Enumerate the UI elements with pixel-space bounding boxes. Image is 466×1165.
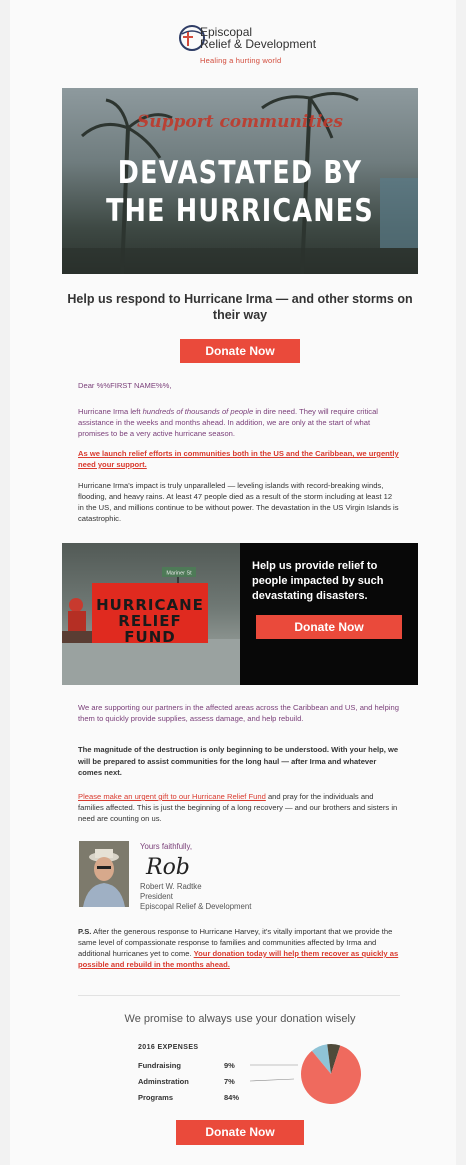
fund-line1: HURRICANE: [96, 596, 204, 614]
handwritten-signature: Rob: [146, 855, 190, 880]
street-sign-text: Mariner St: [166, 571, 192, 577]
signer-org: Episcopal Relief & Development: [140, 902, 252, 911]
expense-pct-programs: 84%: [224, 1093, 240, 1102]
promise-heading: We promise to always use your donation w…: [124, 1013, 356, 1025]
donate-now-button-banner[interactable]: Donate Now: [256, 615, 402, 639]
urgent-support-link[interactable]: As we launch relief efforts in communiti…: [78, 449, 399, 469]
fund-line2: RELIEF FUND: [118, 612, 182, 646]
ps-label: P.S.: [78, 927, 92, 936]
expense-label-programs: Programs: [138, 1093, 174, 1102]
hero-title-line2: THE HURRICANES: [106, 193, 374, 229]
hero-tagline: Support communities: [136, 112, 344, 132]
pie-leader-lines: [250, 1064, 298, 1082]
paragraph-urgent: As we launch relief efforts in communiti…: [78, 448, 400, 470]
hero-banner: Support communities DEVASTATED BY THE HU…: [62, 88, 418, 274]
org-name-line2: Relief & Development: [200, 37, 317, 51]
relief-fund-box: HURRICANE RELIEF FUND: [92, 583, 208, 645]
portrait-illustration: [79, 841, 129, 907]
paragraph-urgent-gift: Please make an urgent gift to our Hurric…: [78, 791, 400, 824]
org-tagline: Healing a hurting world: [200, 56, 282, 65]
relief-message: Help us provide relief to people impacte…: [252, 560, 384, 602]
donate-now-button-bottom[interactable]: Donate Now: [176, 1120, 304, 1145]
leader-line-administration: [250, 1078, 295, 1082]
postscript: P.S. After the generous response to Hurr…: [78, 926, 400, 970]
org-logo[interactable]: Episcopal Relief & Development Healing a…: [10, 18, 456, 78]
expense-label-fundraising: Fundraising: [138, 1061, 181, 1070]
paragraph-irma-needs: Hurricane Irma left hundreds of thousand…: [78, 406, 400, 439]
chart-title: 2016 EXPENSES: [138, 1044, 199, 1051]
expense-pct-fundraising: 9%: [224, 1061, 235, 1070]
relief-fund-link[interactable]: Please make an urgent gift to our Hurric…: [78, 792, 266, 801]
hero-title-line1: DEVASTATED BY: [117, 155, 363, 191]
signer-title: President: [140, 892, 173, 901]
president-photo: [79, 841, 129, 907]
signer-name: Robert W. Radtke: [140, 882, 202, 891]
relief-fund-banner: Mariner St HURRICANE RELIEF FUND Help us…: [62, 543, 418, 685]
paragraph-magnitude: The magnitude of the destruction is only…: [78, 745, 399, 777]
paragraph-partners: We are supporting our partners in the af…: [78, 703, 399, 723]
relief-fund-title: HURRICANE RELIEF FUND: [92, 597, 208, 645]
email-container: Episcopal Relief & Development Healing a…: [10, 0, 456, 1165]
greeting: Dear %%FIRST NAME%%,: [78, 381, 172, 390]
p1-start: Hurricane Irma left: [78, 407, 143, 416]
paragraph-impact: Hurricane Irma's impact is truly unparal…: [78, 481, 399, 523]
org-name: Episcopal Relief & Development: [200, 26, 316, 50]
signature-block: Yours faithfully, Rob Robert W. Radtke P…: [140, 842, 340, 912]
section-divider: [78, 995, 400, 996]
hero-title: DEVASTATED BY THE HURRICANES: [94, 154, 386, 230]
flood-photo: Mariner St HURRICANE RELIEF FUND: [62, 543, 240, 685]
p1-italic: hundreds of thousands of people: [142, 407, 254, 416]
donate-now-button-top[interactable]: Donate Now: [180, 339, 300, 363]
closing-text: Yours faithfully,: [140, 842, 193, 851]
expense-label-administration: Adminstration: [138, 1077, 189, 1086]
subheadline: Help us respond to Hurricane Irma — and …: [67, 292, 413, 322]
expense-pct-administration: 7%: [224, 1077, 235, 1086]
